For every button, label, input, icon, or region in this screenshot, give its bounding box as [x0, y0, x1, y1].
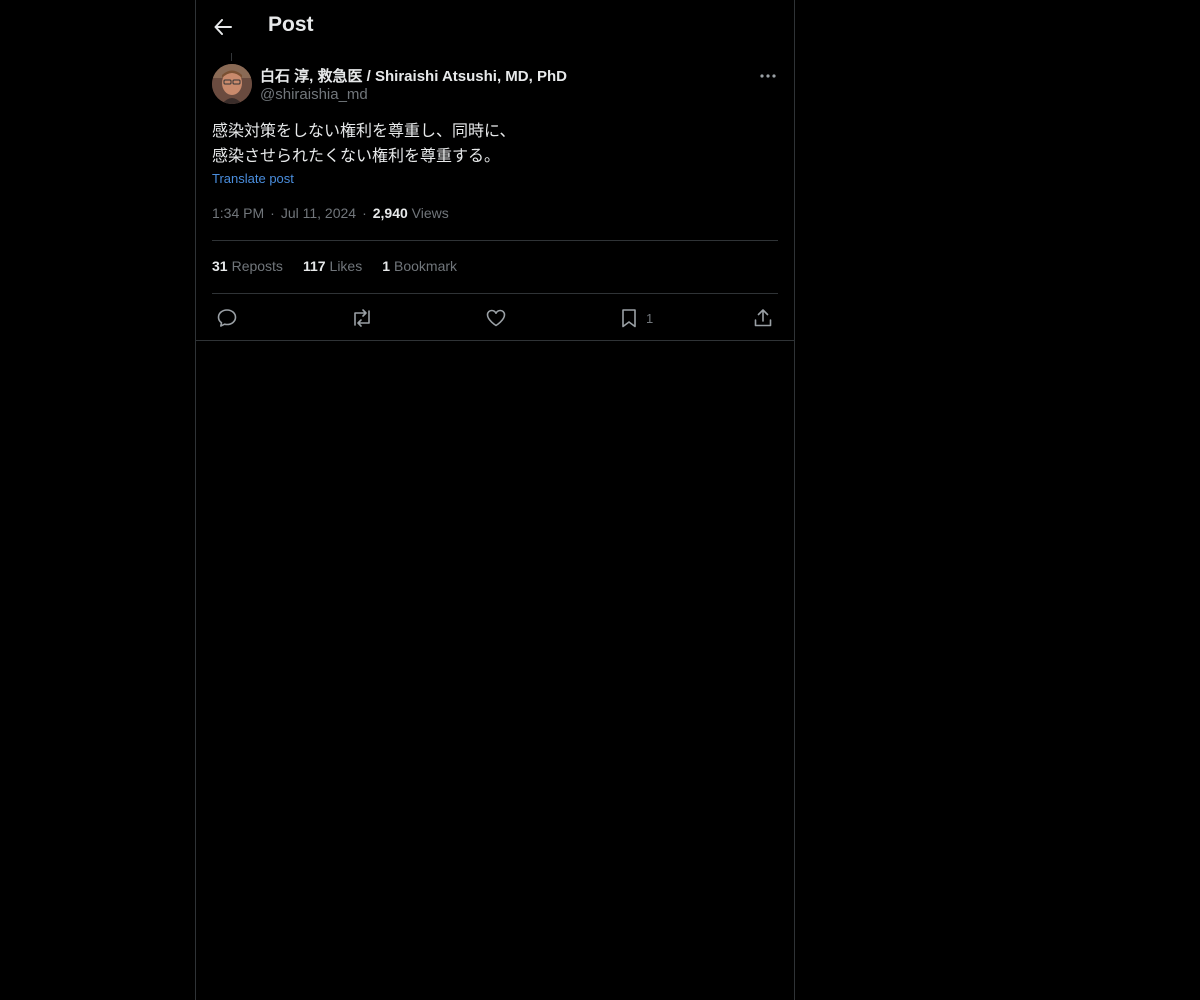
post-stats: 31 Reposts 117 Likes 1 Bookmark: [212, 258, 457, 274]
views-label: Views: [411, 205, 449, 221]
views-count: 2,940: [372, 205, 408, 221]
post-time[interactable]: 1:34 PM: [212, 205, 264, 221]
heart-icon: [486, 309, 506, 327]
meta-separator: ·: [362, 205, 367, 221]
like-button[interactable]: [485, 303, 507, 333]
bookmark-icon: [622, 309, 636, 328]
likes-count: 117: [302, 258, 326, 274]
post-meta: 1:34 PM · Jul 11, 2024 · 2,940 Views: [212, 205, 449, 221]
thread-connector-line: [231, 53, 232, 61]
reposts-label: Reposts: [231, 258, 283, 274]
reposts-stat[interactable]: 31 Reposts: [212, 258, 283, 274]
page-title: Post: [268, 13, 314, 36]
bookmark-button[interactable]: 1: [618, 303, 653, 333]
avatar-image: [212, 64, 252, 104]
back-button[interactable]: [210, 12, 236, 42]
reply-icon: [217, 309, 237, 327]
likes-label: Likes: [329, 258, 363, 274]
post-actions: 1: [212, 303, 778, 333]
author-name[interactable]: 白石 淳, 救急医 / Shiraishi Atsushi, MD, PhD: [260, 65, 567, 86]
avatar[interactable]: [212, 64, 252, 104]
post-bottom-divider: [196, 340, 794, 341]
share-button[interactable]: [752, 303, 774, 333]
more-horizontal-icon: [760, 74, 776, 78]
reposts-count: 31: [212, 258, 228, 274]
post-date[interactable]: Jul 11, 2024: [281, 205, 356, 221]
repost-button[interactable]: [350, 303, 374, 333]
divider: [212, 240, 778, 241]
translate-post-link[interactable]: Translate post: [212, 171, 294, 186]
main-column: Post 白石 淳, 救急医 / Shiraishi Atsushi, MD, …: [195, 0, 795, 1000]
page-header: Post: [196, 0, 794, 53]
meta-separator: ·: [270, 205, 275, 221]
more-options-button[interactable]: [758, 66, 778, 86]
share-icon: [754, 309, 772, 327]
author-handle[interactable]: @shiraishia_md: [260, 86, 368, 103]
post-text: 感染対策をしない権利を尊重し、同時に、 感染させられたくない権利を尊重する。: [212, 123, 516, 165]
divider: [212, 293, 778, 294]
reply-button[interactable]: [216, 303, 238, 333]
bookmark-action-count: 1: [646, 310, 654, 326]
bookmarks-stat[interactable]: 1 Bookmark: [382, 258, 457, 274]
bookmarks-count: 1: [382, 258, 391, 274]
repost-icon: [354, 309, 370, 327]
arrow-left-icon: [214, 19, 232, 35]
likes-stat[interactable]: 117 Likes: [303, 258, 362, 274]
bookmarks-label: Bookmark: [394, 258, 458, 274]
